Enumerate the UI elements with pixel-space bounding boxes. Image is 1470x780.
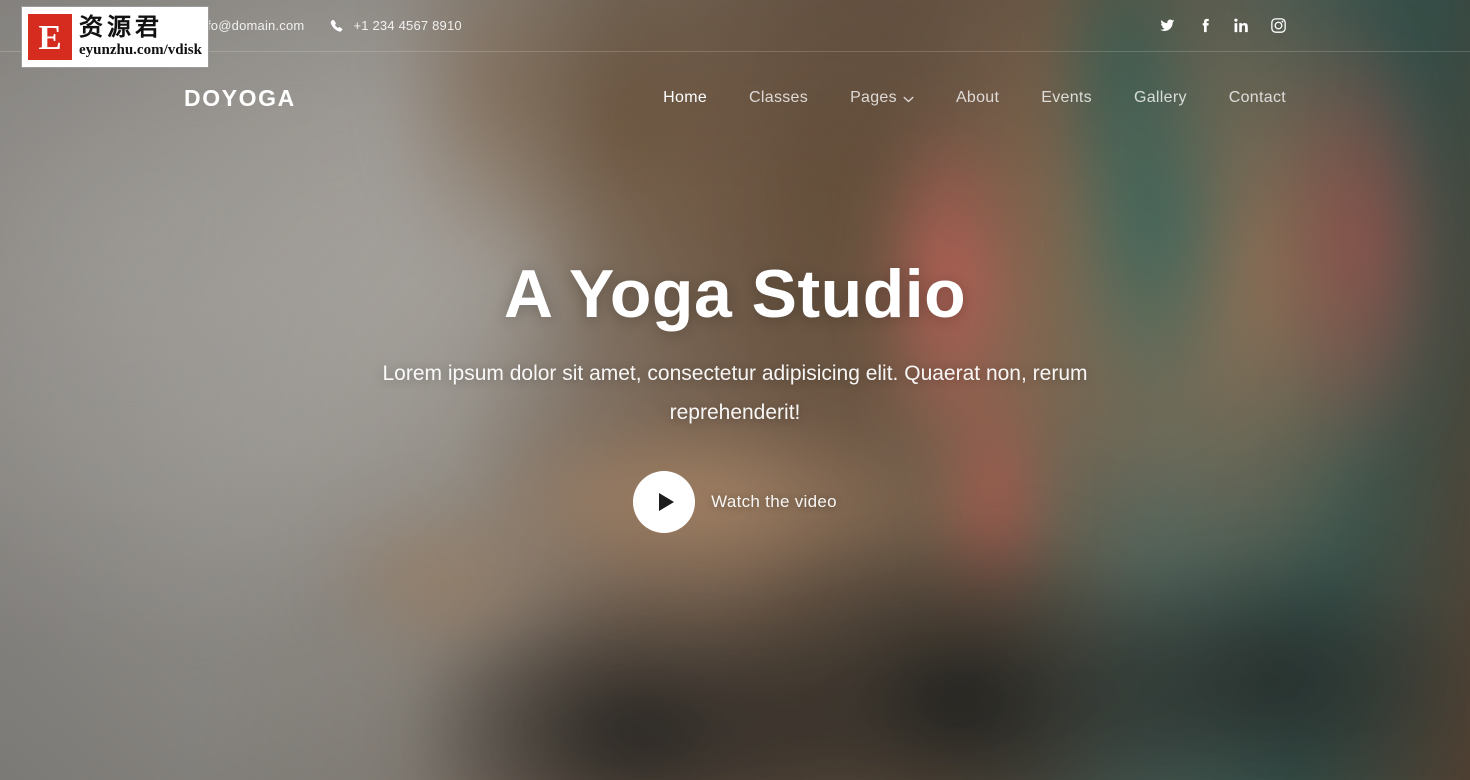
email-text: fo@domain.com <box>207 18 305 33</box>
main-navigation-bar: DOYOGA Home Classes Pages About Events G… <box>0 52 1470 144</box>
nav-item-contact[interactable]: Contact <box>1229 79 1286 117</box>
nav-label-gallery: Gallery <box>1133 89 1187 106</box>
nav-label-about: About <box>955 89 1000 106</box>
watch-video-button[interactable]: Watch the video <box>633 471 837 534</box>
top-contact-bar: fo@domain.com +1 234 4567 8910 <box>0 0 1470 52</box>
nav-item-home[interactable]: Home <box>663 79 707 117</box>
watermark-overlay: E 资源君 eyunzhu.com/vdisk <box>21 6 209 68</box>
twitter-icon[interactable] <box>1159 18 1175 34</box>
chevron-down-icon <box>903 96 914 103</box>
watermark-chinese-text: 资源君 <box>79 14 163 41</box>
nav-item-pages[interactable]: Pages <box>850 79 914 117</box>
play-icon[interactable] <box>633 471 696 534</box>
nav-label-events: Events <box>1041 89 1092 106</box>
linkedin-icon[interactable] <box>1233 18 1249 34</box>
nav-label-classes: Classes <box>749 89 809 106</box>
hero-subtitle: Lorem ipsum dolor sit amet, consectetur … <box>382 362 1088 425</box>
nav-label-home: Home <box>663 89 708 106</box>
watermark-logo-icon: E <box>28 14 72 60</box>
phone-link[interactable]: +1 234 4567 8910 <box>330 18 462 33</box>
watermark-url-text: eyunzhu.com/vdisk <box>79 41 202 58</box>
watermark-text-group: 资源君 eyunzhu.com/vdisk <box>79 14 202 59</box>
nav-item-gallery[interactable]: Gallery <box>1134 79 1187 117</box>
social-links-group <box>1159 18 1286 34</box>
nav-item-about[interactable]: About <box>956 79 999 117</box>
nav-label-pages: Pages <box>850 89 897 106</box>
phone-icon <box>330 19 344 33</box>
watch-video-label: Watch the video <box>711 492 837 512</box>
nav-item-events[interactable]: Events <box>1041 79 1092 117</box>
instagram-icon[interactable] <box>1270 18 1286 34</box>
phone-text: +1 234 4567 8910 <box>353 18 462 33</box>
facebook-icon[interactable] <box>1196 18 1212 34</box>
contact-group: fo@domain.com +1 234 4567 8910 <box>184 18 462 33</box>
play-triangle <box>658 493 674 512</box>
brand-logo[interactable]: DOYOGA <box>184 85 296 112</box>
nav-label-contact: Contact <box>1228 89 1286 106</box>
page-title: A Yoga Studio <box>503 256 967 332</box>
hero-section: fo@domain.com +1 234 4567 8910 DOYOGA Ho… <box>0 0 1470 780</box>
nav-item-classes[interactable]: Classes <box>749 79 808 117</box>
nav-menu: Home Classes Pages About Events Gallery … <box>663 79 1286 117</box>
